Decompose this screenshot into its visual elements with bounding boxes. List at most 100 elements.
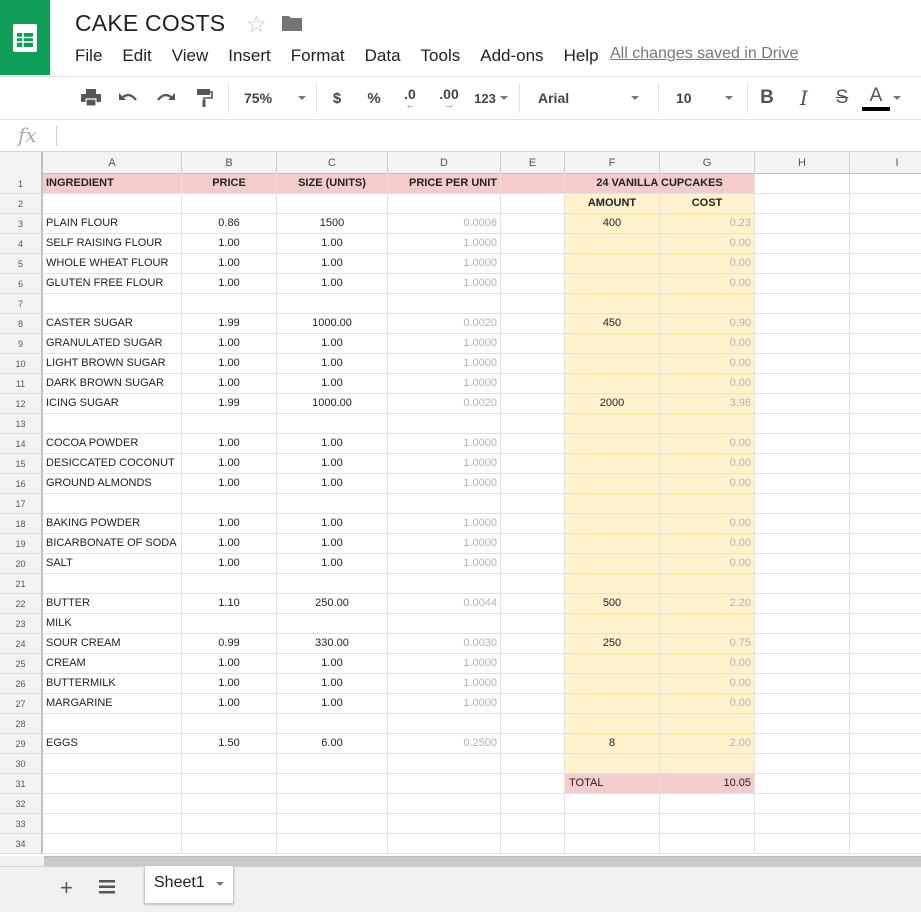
cell-g7[interactable] [660,294,755,314]
cell-c14[interactable]: 1.00 [277,434,388,454]
cell-d23[interactable] [388,614,501,634]
cell-a30[interactable] [43,754,182,774]
cell-g21[interactable] [660,574,755,594]
cell-h3[interactable] [755,214,850,234]
cell-c7[interactable] [277,294,388,314]
cell-a24[interactable]: SOUR CREAM [43,634,182,654]
cell-b33[interactable] [182,814,277,834]
row-header[interactable]: 12 [0,394,43,414]
cell-d29[interactable]: 0.2500 [388,734,501,754]
menu-edit[interactable]: Edit [122,46,151,66]
row-header[interactable]: 26 [0,674,43,694]
cell-c29[interactable]: 6.00 [277,734,388,754]
cell-h10[interactable] [755,354,850,374]
cell-f7[interactable] [565,294,660,314]
cell-f17[interactable] [565,494,660,514]
cell-e18[interactable] [501,514,565,534]
cell-b9[interactable]: 1.00 [182,334,277,354]
strikethrough-button[interactable]: S [829,77,855,119]
cell-b29[interactable]: 1.50 [182,734,277,754]
cell-f9[interactable] [565,334,660,354]
cell-b22[interactable]: 1.10 [182,594,277,614]
save-status-link[interactable]: All changes saved in Drive [610,45,799,63]
chevron-down-icon[interactable] [216,882,224,886]
column-header-e[interactable]: E [501,152,565,174]
cell-g17[interactable] [660,494,755,514]
cell-f20[interactable] [565,554,660,574]
cell-b14[interactable]: 1.00 [182,434,277,454]
cell-h15[interactable] [755,454,850,474]
cell-d16[interactable]: 1.0000 [388,474,501,494]
row-header[interactable]: 6 [0,274,43,294]
menu-file[interactable]: File [75,46,102,66]
cell-d5[interactable]: 1.0000 [388,254,501,274]
cell-g28[interactable] [660,714,755,734]
cell-e15[interactable] [501,454,565,474]
cell-e23[interactable] [501,614,565,634]
cell-e6[interactable] [501,274,565,294]
cell-c3[interactable]: 1500 [277,214,388,234]
cell-g10[interactable]: 0.00 [660,354,755,374]
cell-d13[interactable] [388,414,501,434]
cell-b28[interactable] [182,714,277,734]
cell-d31[interactable] [388,774,501,794]
cell-b17[interactable] [182,494,277,514]
cell-a29[interactable]: EGGS [43,734,182,754]
cell-b34[interactable] [182,834,277,854]
cell-d9[interactable]: 1.0000 [388,334,501,354]
cell-f22[interactable]: 500 [565,594,660,614]
cell-g22[interactable]: 2.20 [660,594,755,614]
cell-i19[interactable] [850,534,921,554]
cell-b19[interactable]: 1.00 [182,534,277,554]
cell-c11[interactable]: 1.00 [277,374,388,394]
cell-c15[interactable]: 1.00 [277,454,388,474]
cell-g34[interactable] [660,834,755,854]
cell-d15[interactable]: 1.0000 [388,454,501,474]
cell-c18[interactable]: 1.00 [277,514,388,534]
cell-h33[interactable] [755,814,850,834]
cell-d6[interactable]: 1.0000 [388,274,501,294]
bold-button[interactable]: B [754,77,780,119]
cell-i33[interactable] [850,814,921,834]
cell-g11[interactable]: 0.00 [660,374,755,394]
cell-c13[interactable] [277,414,388,434]
cell-f5[interactable] [565,254,660,274]
row-header[interactable]: 23 [0,614,43,634]
cell-h11[interactable] [755,374,850,394]
cell-a14[interactable]: COCOA POWDER [43,434,182,454]
cell-e17[interactable] [501,494,565,514]
cell-e26[interactable] [501,674,565,694]
cell-d30[interactable] [388,754,501,774]
cell-f14[interactable] [565,434,660,454]
cell-i23[interactable] [850,614,921,634]
cell-e14[interactable] [501,434,565,454]
star-icon[interactable]: ☆ [246,10,267,38]
column-header-f[interactable]: F [565,152,660,174]
cell-i21[interactable] [850,574,921,594]
cell-g14[interactable]: 0.00 [660,434,755,454]
cell-f3[interactable]: 400 [565,214,660,234]
cell-i30[interactable] [850,754,921,774]
row-header[interactable]: 31 [0,774,43,794]
cell-a21[interactable] [43,574,182,594]
cell-b7[interactable] [182,294,277,314]
undo-button[interactable] [115,77,141,119]
cell-d27[interactable]: 1.0000 [388,694,501,714]
cell-g13[interactable] [660,414,755,434]
cell-a15[interactable]: DESICCATED COCONUT [43,454,182,474]
cell-f6[interactable] [565,274,660,294]
cell-d12[interactable]: 0.0020 [388,394,501,414]
cell-d34[interactable] [388,834,501,854]
cell-b31[interactable] [182,774,277,794]
row-header[interactable]: 3 [0,214,43,234]
cell-c34[interactable] [277,834,388,854]
cell-c1[interactable]: SIZE (UNITS) [277,174,388,194]
cell-f31[interactable]: TOTAL [565,774,660,794]
cell-h14[interactable] [755,434,850,454]
cell-d2[interactable] [388,194,501,214]
cell-a22[interactable]: BUTTER [43,594,182,614]
cell-h16[interactable] [755,474,850,494]
column-header-g[interactable]: G [660,152,755,174]
cell-a1[interactable]: INGREDIENT [43,174,182,194]
currency-format-button[interactable]: $ [326,77,348,119]
